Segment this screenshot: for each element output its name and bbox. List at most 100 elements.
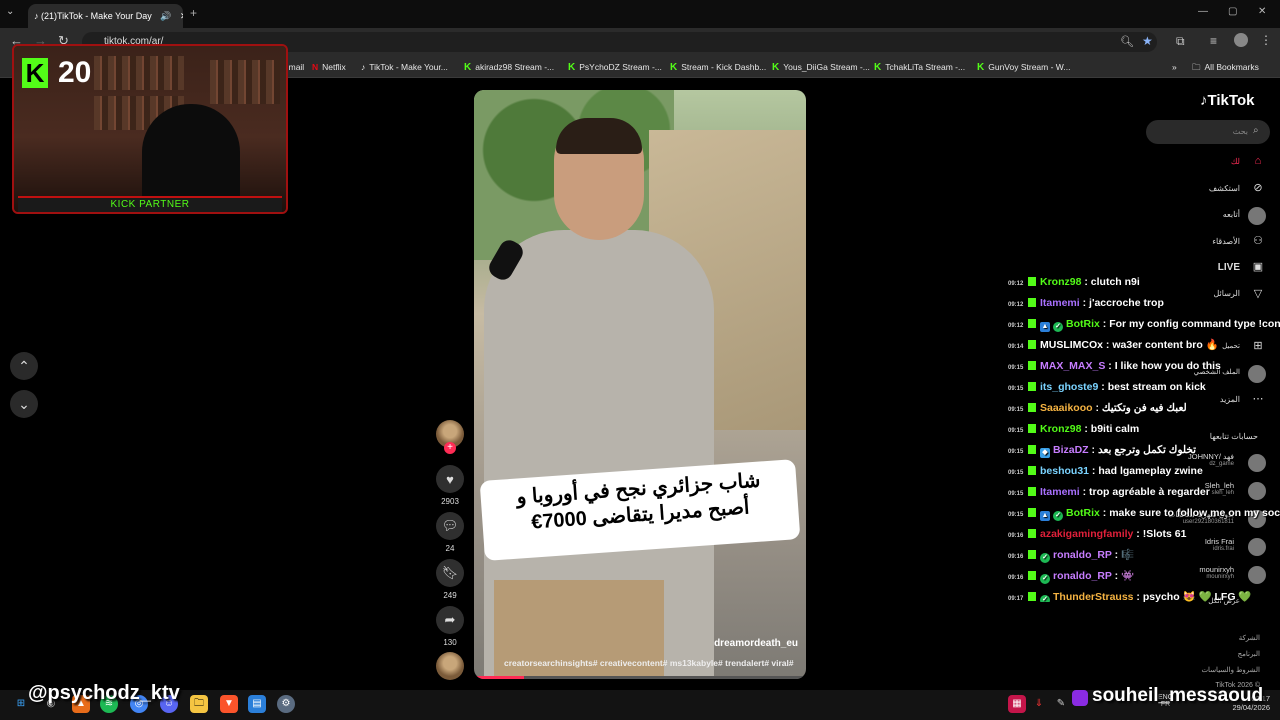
- home-icon[interactable]: ⌂: [1250, 155, 1266, 171]
- compass-icon[interactable]: ⊘: [1250, 181, 1266, 197]
- footer-program[interactable]: البرنامج: [1238, 650, 1260, 658]
- tray-download-icon[interactable]: ⇓: [1030, 695, 1048, 713]
- like-action[interactable]: ♥ 2903: [435, 465, 465, 506]
- minimize-button[interactable]: —: [1198, 6, 1208, 17]
- stream-chat-overlay: 09:12 Kronz98 : clutch n9i 09:12 Itamemi : …: [1008, 272, 1280, 602]
- search-input[interactable]: بحث: [1146, 120, 1270, 144]
- follow-plus-icon[interactable]: +: [444, 442, 456, 454]
- chat-timestamp: 09:17: [1008, 596, 1024, 602]
- zoom-icon[interactable]: 🔍︎: [1120, 35, 1134, 48]
- verified-badge-icon: ✓: [1053, 322, 1063, 332]
- friends-icon[interactable]: ⚇: [1250, 234, 1266, 250]
- bookmark-tiktok[interactable]: ♪ TikTok - Make Your...: [361, 56, 457, 78]
- video-hashtags[interactable]: creatorsearchinsights# creativecontent# …: [504, 658, 794, 668]
- nav-explore[interactable]: استكشف: [1209, 184, 1240, 193]
- chat-separator: :: [1092, 402, 1102, 414]
- nav-friends[interactable]: الأصدقاء: [1212, 237, 1240, 246]
- bookmarks-overflow-icon[interactable]: »: [1172, 56, 1184, 78]
- save-action[interactable]: 🔖︎ 249: [435, 559, 465, 600]
- bookmark-icon[interactable]: 🔖︎: [436, 559, 464, 587]
- chat-separator: :: [1099, 318, 1110, 330]
- chat-username[interactable]: BotRix: [1066, 507, 1100, 519]
- footer-company[interactable]: الشركة: [1239, 634, 1260, 642]
- share-icon[interactable]: ➦: [436, 606, 464, 634]
- chat-separator: :: [1089, 465, 1099, 477]
- chat-username[interactable]: ThunderStrauss: [1053, 591, 1134, 602]
- chat-username[interactable]: BotRix: [1066, 318, 1100, 330]
- tab-close-icon[interactable]: ✕: [180, 11, 183, 21]
- tray-app-icon[interactable]: ▦: [1008, 695, 1026, 713]
- comment-action[interactable]: 💬︎ 24: [435, 512, 465, 553]
- chat-username[interactable]: azakigamingfamily: [1040, 528, 1133, 540]
- bookmark-label: Netflix: [322, 62, 346, 72]
- chat-message: 09:12 Kronz98 : clutch n9i: [1008, 272, 1280, 293]
- brave-icon[interactable]: ▼: [220, 695, 238, 713]
- chat-username[interactable]: Saaaikooo: [1040, 402, 1093, 414]
- bookmark-yous-diiga[interactable]: K Yous_DiiGa Stream -...: [772, 56, 872, 78]
- close-window-button[interactable]: ✕: [1258, 6, 1266, 17]
- chat-message: 09:15 Kronz98 : b9iti calm: [1008, 419, 1280, 440]
- file-explorer-icon[interactable]: 🗀: [190, 695, 208, 713]
- footer-terms[interactable]: الشروط والسياسات: [1201, 666, 1260, 674]
- settings-icon[interactable]: ⚙: [277, 695, 295, 713]
- chat-message: 09:14 MUSLIMCOx : wa3er content bro 🔥: [1008, 335, 1280, 356]
- profile-avatar[interactable]: [1234, 33, 1248, 47]
- media-icon[interactable]: ≡: [1210, 34, 1217, 48]
- tab-audio-icon[interactable]: 🔊: [160, 11, 171, 21]
- music-disc-avatar[interactable]: [436, 652, 464, 680]
- video-player[interactable]: شاب جزائري نجح في أوروبا و أصبح مديرا يت…: [474, 90, 806, 679]
- all-bookmarks-button[interactable]: 🗀 All Bookmarks: [1192, 56, 1277, 78]
- chat-username[interactable]: Kronz98: [1040, 423, 1081, 435]
- video-progress-bar[interactable]: [474, 676, 806, 679]
- bookmark-gunvoy[interactable]: K GunVoy Stream - W...: [977, 56, 1077, 78]
- bookmark-netflix[interactable]: N Netflix: [312, 56, 356, 78]
- chat-username[interactable]: ronaldo_RP: [1053, 570, 1112, 582]
- video-username[interactable]: dreamordeath_eu: [714, 638, 798, 649]
- bookmark-akiradz98[interactable]: Kakiradz98 Stream -...: [464, 56, 566, 78]
- photos-icon[interactable]: ▤: [248, 695, 266, 713]
- chat-separator: :: [1088, 444, 1098, 456]
- bookmark-psychodz[interactable]: K PsYchoDZ Stream -...: [568, 56, 668, 78]
- nav-following[interactable]: أتابعه: [1223, 210, 1240, 219]
- kick-icon: K: [977, 62, 985, 73]
- chat-text: j'accroche trop: [1089, 297, 1164, 309]
- bookmark-tchaklita[interactable]: K TchakLiTa Stream -...: [874, 56, 974, 78]
- browser-tab[interactable]: ♪ (21)TikTok - Make Your Day 🔊 ✕: [28, 4, 183, 28]
- chrome-menu-icon[interactable]: ⋮: [1260, 33, 1272, 47]
- extensions-icon[interactable]: ⧉: [1176, 34, 1185, 49]
- maximize-button[interactable]: ▢: [1228, 6, 1237, 17]
- bookmark-kick-dashboard[interactable]: K Stream - Kick Dashb...: [670, 56, 770, 78]
- chat-separator: :: [1105, 360, 1115, 372]
- chat-username[interactable]: MUSLIMCOx: [1040, 339, 1103, 351]
- next-video-button[interactable]: ⌄: [10, 390, 38, 418]
- kick-chat-icon: [1028, 592, 1036, 601]
- chat-username[interactable]: Itamemi: [1040, 486, 1080, 498]
- kick-chat-icon: [1028, 361, 1036, 370]
- following-icon[interactable]: [1248, 207, 1266, 225]
- bookmark-star-icon[interactable]: ★: [1142, 34, 1153, 48]
- chat-message: 09:17 ✓ ThunderStrauss : psycho 😻 💚 LFG 💚: [1008, 587, 1280, 602]
- chat-username[interactable]: MAX_MAX_S: [1040, 360, 1105, 372]
- tray-pen-icon[interactable]: ✎: [1052, 695, 1070, 713]
- nav-for-you[interactable]: لك: [1231, 157, 1240, 166]
- comment-icon[interactable]: 💬︎: [436, 512, 464, 540]
- search-icon[interactable]: ⌕: [1253, 125, 1259, 136]
- chat-username[interactable]: Itamemi: [1040, 297, 1080, 309]
- share-action[interactable]: ➦ 130: [435, 606, 465, 647]
- new-tab-button[interactable]: +: [190, 6, 197, 20]
- tiktok-logo[interactable]: ♪TikTok: [1200, 92, 1254, 109]
- chat-text: make sure to follow me on my soc: [1109, 507, 1280, 519]
- folder-icon: 🗀: [1192, 62, 1201, 72]
- previous-video-button[interactable]: ⌃: [10, 352, 38, 380]
- tab-search-icon[interactable]: ⌄: [6, 6, 14, 17]
- chat-separator: :: [1081, 276, 1091, 288]
- chat-username[interactable]: Kronz98: [1040, 276, 1081, 288]
- chat-username[interactable]: beshou31: [1040, 465, 1089, 477]
- heart-icon[interactable]: ♥: [436, 465, 464, 493]
- chat-timestamp: 09:15: [1008, 512, 1024, 518]
- chat-username[interactable]: its_ghoste9: [1040, 381, 1098, 393]
- chat-username[interactable]: ronaldo_RP: [1053, 549, 1112, 561]
- chat-timestamp: 09:16: [1008, 533, 1024, 539]
- chat-timestamp: 09:12: [1008, 323, 1024, 329]
- chat-username[interactable]: BizaDZ: [1053, 444, 1089, 456]
